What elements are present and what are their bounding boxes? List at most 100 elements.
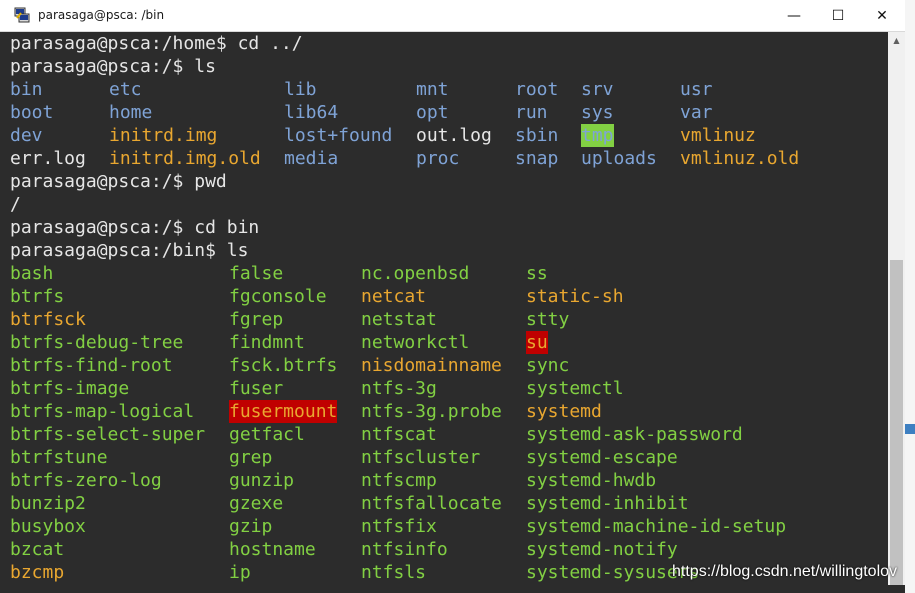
ls-entry: systemd-ask-password: [526, 424, 743, 445]
ls-entry: boot: [10, 102, 54, 123]
ls-entry: mnt: [416, 79, 449, 100]
scrollbar-thumb[interactable]: [890, 260, 903, 593]
ls-entry: ntfscat: [361, 424, 437, 445]
ls-entry: gzexe: [229, 493, 284, 514]
ls-entry: ntfsls: [361, 562, 427, 583]
ls-entry: lib64: [284, 102, 339, 123]
ls-entry: run: [515, 102, 548, 123]
ls-entry: root: [515, 79, 559, 100]
ls-entry: ntfsfix: [361, 516, 437, 537]
ls-entry: tmp: [581, 124, 614, 147]
ls-entry: netcat: [361, 286, 427, 307]
ls-entry: out.log: [416, 125, 492, 146]
ls-entry: systemd-machine-id-setup: [526, 516, 787, 537]
ls-entry: fsck.btrfs: [229, 355, 338, 376]
ls-entry: srv: [581, 79, 614, 100]
maximize-icon: ☐: [831, 7, 845, 24]
ls-entry: media: [284, 148, 339, 169]
terminal-bottom-strip: [563, 585, 905, 593]
watermark: https://blog.csdn.net/willingtolov: [672, 563, 898, 580]
ls-entry: fgconsole: [229, 286, 327, 307]
ls-entry: btrfs-image: [10, 378, 130, 399]
maximize-button[interactable]: ☐: [815, 0, 861, 31]
ls-entry: stty: [526, 309, 570, 330]
ls-entry: ntfsfallocate: [361, 493, 502, 514]
terminal-line: parasaga@psca:/home$ cd ../: [10, 33, 303, 54]
ls-entry: btrfsck: [10, 309, 86, 330]
ls-entry: lib: [284, 79, 317, 100]
title-bar[interactable]: parasaga@psca: /bin — ☐ ✕: [0, 0, 905, 32]
background-window-edge: [905, 0, 915, 593]
ls-entry: systemd: [526, 401, 602, 422]
ls-entry: netstat: [361, 309, 437, 330]
ls-entry: ntfs-3g: [361, 378, 437, 399]
ls-entry: sbin: [515, 125, 559, 146]
close-button[interactable]: ✕: [859, 0, 905, 31]
ls-entry: bzcat: [10, 539, 65, 560]
ls-entry: opt: [416, 102, 449, 123]
ls-entry: ntfsinfo: [361, 539, 448, 560]
ls-entry: bunzip2: [10, 493, 86, 514]
ls-entry: proc: [416, 148, 460, 169]
ls-entry: bash: [10, 263, 54, 284]
ls-entry: systemd-inhibit: [526, 493, 689, 514]
terminal-line: /: [10, 194, 21, 215]
ls-entry: uploads: [581, 148, 657, 169]
ls-entry: snap: [515, 148, 559, 169]
ls-entry: findmnt: [229, 332, 305, 353]
ls-entry: initrd.img: [109, 125, 218, 146]
ls-entry: btrfs-select-super: [10, 424, 206, 445]
ls-entry: btrfs-find-root: [10, 355, 173, 376]
ls-entry: btrfstune: [10, 447, 108, 468]
ls-entry: hostname: [229, 539, 316, 560]
minimize-icon: —: [787, 7, 801, 24]
ls-entry: dev: [10, 125, 43, 146]
ls-entry: networkctl: [361, 332, 470, 353]
ls-entry: home: [109, 102, 153, 123]
window-title: parasaga@psca: /bin: [38, 8, 165, 22]
terminal-output[interactable]: parasaga@psca:/home$ cd ../parasaga@psca…: [0, 32, 888, 593]
ls-entry: getfacl: [229, 424, 305, 445]
ls-entry: su: [526, 331, 548, 354]
ls-entry: initrd.img.old: [109, 148, 261, 169]
ls-entry: grep: [229, 447, 273, 468]
ls-entry: sync: [526, 355, 570, 376]
ls-entry: bzcmp: [10, 562, 65, 583]
ls-entry: vmlinuz.old: [680, 148, 800, 169]
terminal-line: parasaga@psca:/$ pwd: [10, 171, 227, 192]
ls-entry: fusermount: [229, 400, 338, 423]
ls-entry: etc: [109, 79, 142, 100]
vertical-scrollbar[interactable]: ▲: [888, 32, 905, 593]
ls-entry: ss: [526, 263, 548, 284]
terminal-window: parasaga@psca: /bin — ☐ ✕ parasaga@psca:…: [0, 0, 905, 593]
ls-entry: btrfs-debug-tree: [10, 332, 184, 353]
ls-entry: err.log: [10, 148, 86, 169]
ls-entry: bin: [10, 79, 43, 100]
terminal-line: parasaga@psca:/$ cd bin: [10, 217, 260, 238]
ls-entry: btrfs-zero-log: [10, 470, 162, 491]
putty-icon[interactable]: [14, 7, 30, 23]
scroll-up-arrow-icon[interactable]: ▲: [888, 32, 905, 49]
ls-entry: fgrep: [229, 309, 284, 330]
close-icon: ✕: [876, 7, 888, 24]
terminal-line: parasaga@psca:/$ ls: [10, 56, 216, 77]
minimize-button[interactable]: —: [771, 0, 817, 31]
ls-entry: nc.openbsd: [361, 263, 470, 284]
ls-entry: ntfscluster: [361, 447, 481, 468]
ls-entry: gunzip: [229, 470, 295, 491]
ls-entry: btrfs: [10, 286, 65, 307]
ls-entry: static-sh: [526, 286, 624, 307]
ls-entry: systemd-escape: [526, 447, 678, 468]
ls-entry: nisdomainname: [361, 355, 502, 376]
ls-entry: sys: [581, 102, 614, 123]
ls-entry: busybox: [10, 516, 86, 537]
terminal-line: parasaga@psca:/bin$ ls: [10, 240, 249, 261]
ls-entry: false: [229, 263, 284, 284]
ls-entry: ntfscmp: [361, 470, 437, 491]
ls-entry: ip: [229, 562, 251, 583]
ls-entry: var: [680, 102, 713, 123]
background-accent: [905, 424, 915, 434]
ls-entry: vmlinuz: [680, 125, 756, 146]
ls-entry: btrfs-map-logical: [10, 401, 195, 422]
ls-entry: fuser: [229, 378, 284, 399]
